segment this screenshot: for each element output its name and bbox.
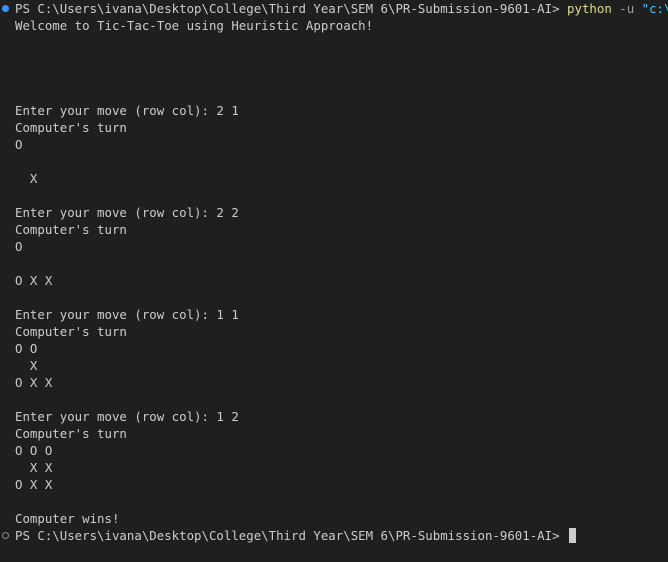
command-line: PS C:\Users\ivana\Desktop\College\Third … bbox=[15, 0, 668, 17]
output-line: X X bbox=[15, 460, 53, 475]
output-line: X bbox=[15, 171, 38, 186]
output-line: O bbox=[15, 239, 23, 254]
command-argument: "c:\Users bbox=[641, 1, 668, 16]
terminal-panel[interactable]: PS C:\Users\ivana\Desktop\College\Third … bbox=[0, 0, 668, 562]
output-line: O X X bbox=[15, 273, 53, 288]
output-line: Computer's turn bbox=[15, 324, 127, 339]
output-line: Computer's turn bbox=[15, 120, 127, 135]
output-line: Enter your move (row col): 1 1 bbox=[15, 307, 239, 322]
command-success-dot-icon[interactable] bbox=[2, 5, 9, 12]
block-cursor-icon bbox=[569, 528, 577, 543]
final-prompt-line[interactable]: PS C:\Users\ivana\Desktop\College\Third … bbox=[15, 527, 577, 544]
output-line: Computer's turn bbox=[15, 222, 127, 237]
output-line: Enter your move (row col): 2 2 bbox=[15, 205, 239, 220]
final-prompt-path: PS C:\Users\ivana\Desktop\College\Third … bbox=[15, 528, 568, 543]
output-line: Enter your move (row col): 2 1 bbox=[15, 103, 239, 118]
output-line: O X X bbox=[15, 375, 53, 390]
command-program: python bbox=[567, 1, 612, 16]
output-line: Welcome to Tic-Tac-Toe using Heuristic A… bbox=[15, 18, 374, 33]
output-line: Computer's turn bbox=[15, 426, 127, 441]
output-line: O O bbox=[15, 341, 38, 356]
output-line: O O O bbox=[15, 443, 53, 458]
output-line: Computer wins! bbox=[15, 511, 120, 526]
output-line: O X X bbox=[15, 477, 53, 492]
output-line: Enter your move (row col): 1 2 bbox=[15, 409, 239, 424]
prompt-path: PS C:\Users\ivana\Desktop\College\Third … bbox=[15, 1, 568, 16]
output-line: O bbox=[15, 137, 23, 152]
command-flag: -u bbox=[611, 1, 642, 16]
output-line: X bbox=[15, 358, 38, 373]
command-pending-dot-icon[interactable] bbox=[2, 532, 9, 539]
